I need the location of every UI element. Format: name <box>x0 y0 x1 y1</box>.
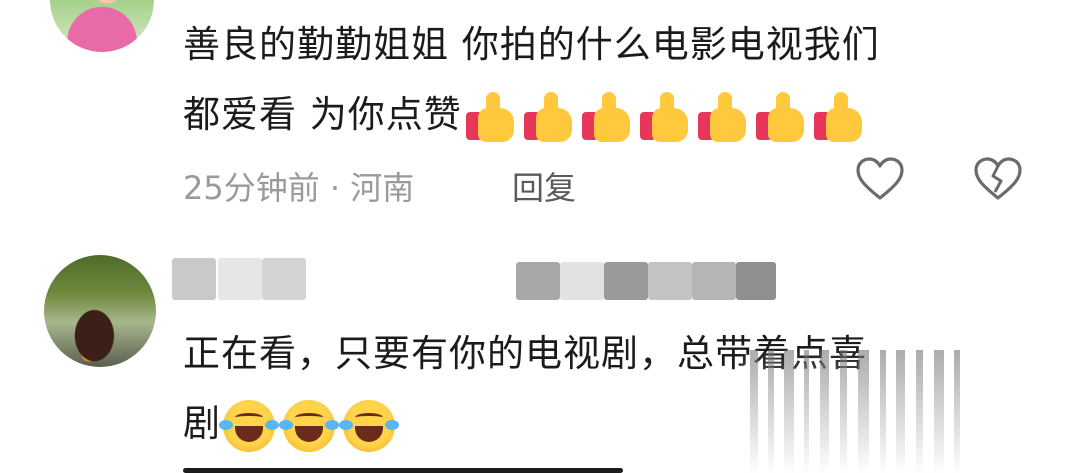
thumbs-up-emoji-row <box>464 91 866 142</box>
comment-text-line: 剧 <box>183 395 399 453</box>
blurred-username <box>262 258 306 300</box>
broken-heart-icon[interactable] <box>973 156 1023 202</box>
comment-text-line: 都爱看 为你点赞 <box>183 86 866 144</box>
blurred-label <box>516 262 560 300</box>
home-indicator <box>183 468 623 473</box>
thumbs-up-icon <box>696 91 750 142</box>
avatar[interactable] <box>44 255 156 367</box>
thumbs-up-icon <box>522 91 576 142</box>
timestamp: 25分钟前 <box>183 169 320 207</box>
thumbs-up-icon <box>754 91 808 142</box>
laughing-crying-icon <box>339 399 399 452</box>
laughing-crying-icon <box>219 399 279 452</box>
reply-button[interactable]: 回复 <box>512 163 576 209</box>
blurred-label <box>648 262 692 300</box>
comment-meta: 25分钟前 · 河南 <box>183 163 414 209</box>
watermark-overlay <box>740 350 980 473</box>
location: 河南 <box>350 169 415 207</box>
blurred-label <box>560 262 604 300</box>
avatar[interactable] <box>50 0 154 52</box>
comment-text: 剧 <box>183 402 221 445</box>
blurred-username <box>172 258 216 300</box>
thumbs-up-icon <box>580 91 634 142</box>
comment-text-line: 善良的勤勤姐姐 你拍的什么电影电视我们 <box>183 23 880 66</box>
heart-icon[interactable] <box>855 156 905 202</box>
thumbs-up-icon <box>812 91 866 142</box>
blurred-username <box>218 258 262 300</box>
thumbs-up-icon <box>464 91 518 142</box>
thumbs-up-icon <box>638 91 692 142</box>
meta-separator: · <box>319 169 351 207</box>
laughing-emoji-row <box>219 399 399 452</box>
blurred-label <box>736 262 776 300</box>
comment-text: 都爱看 为你点赞 <box>183 93 462 136</box>
blurred-label <box>692 262 736 300</box>
laughing-crying-icon <box>279 399 339 452</box>
blurred-label <box>604 262 648 300</box>
